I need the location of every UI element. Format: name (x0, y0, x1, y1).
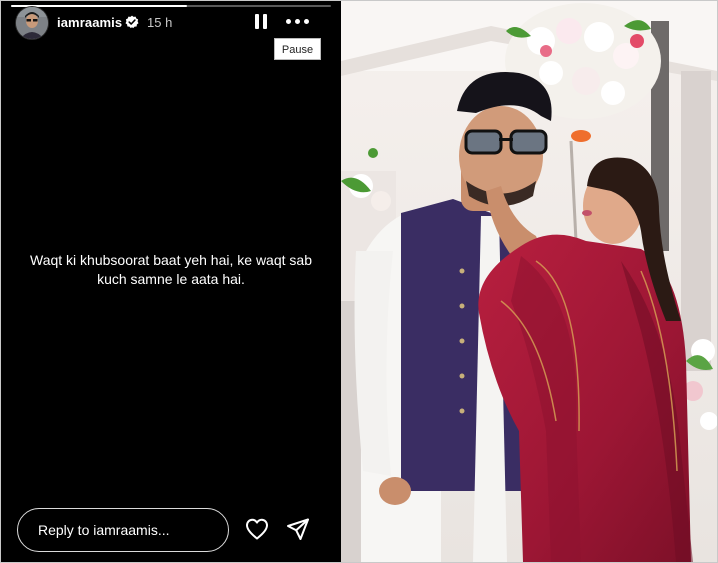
pause-button[interactable] (251, 11, 271, 33)
more-options-dot (295, 19, 300, 24)
more-options-icon (286, 19, 291, 24)
story-timestamp: 15 h (147, 15, 173, 30)
heart-icon[interactable] (245, 518, 269, 540)
verified-badge-icon (125, 15, 139, 29)
avatar[interactable] (16, 7, 48, 39)
paper-plane-icon[interactable] (286, 517, 310, 541)
more-options-button[interactable] (284, 14, 312, 28)
pause-icon (255, 14, 259, 29)
couple-photo (341, 1, 717, 562)
more-options-dot (304, 19, 309, 24)
story-viewer: iamraamis 15 h Pause Waqt ki khubsoorat … (1, 1, 341, 562)
pause-icon-bar (263, 14, 267, 29)
story-caption: Waqt ki khubsoorat baat yeh hai, ke waqt… (30, 252, 312, 287)
story-photo (341, 1, 717, 562)
reply-input[interactable] (17, 508, 229, 552)
pause-tooltip: Pause (274, 38, 321, 60)
avatar-image (16, 7, 48, 39)
story-username[interactable]: iamraamis (57, 15, 122, 30)
